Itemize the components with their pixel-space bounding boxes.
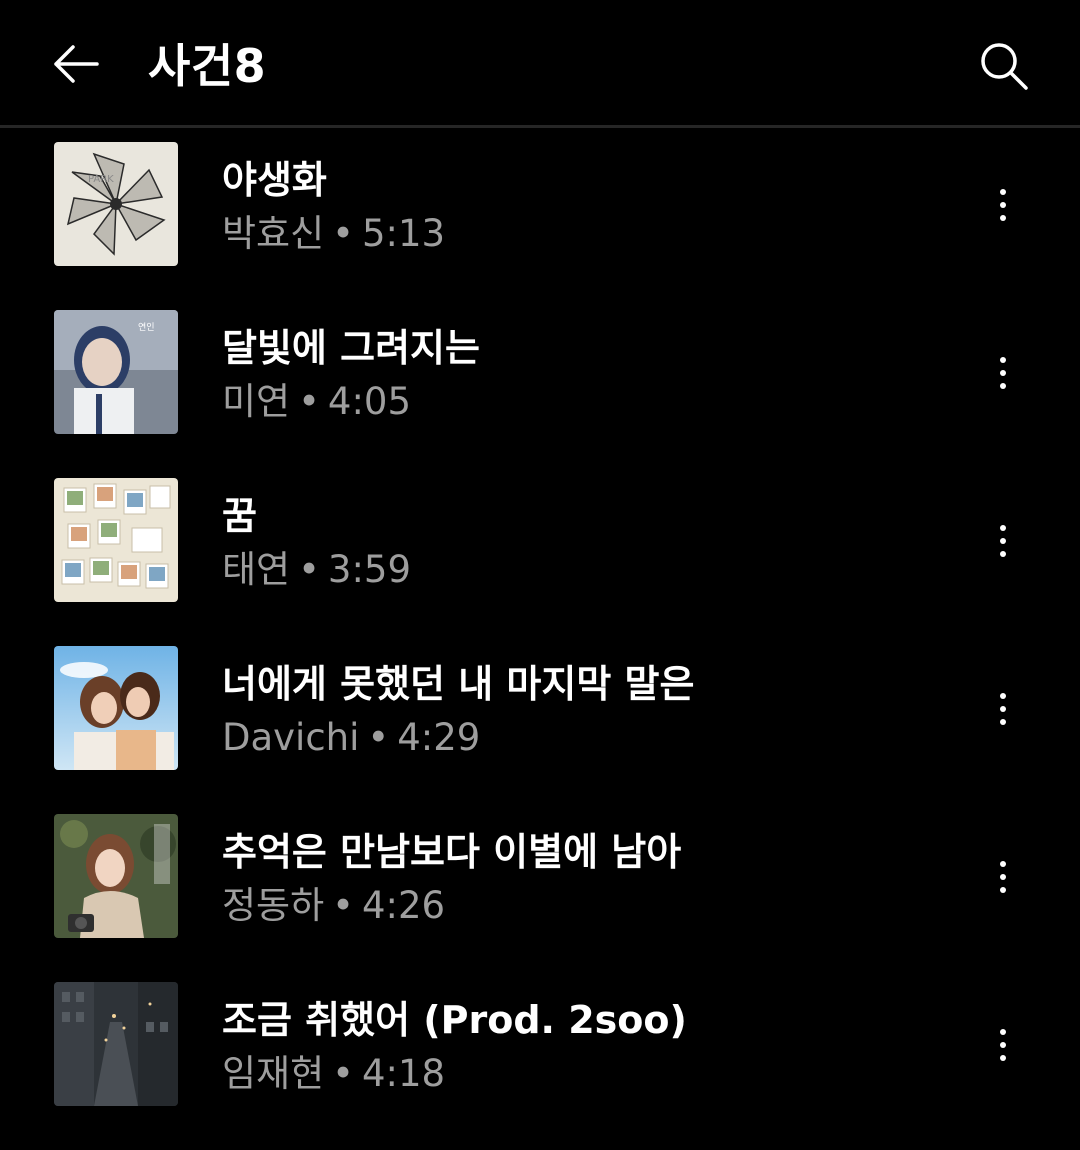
album-art: 연인	[54, 310, 178, 434]
song-row[interactable]: 너에게 못했던 내 마지막 말은 Davichi • 4:29	[0, 646, 1080, 814]
duration: 3:59	[327, 548, 412, 591]
svg-text:연인: 연인	[138, 322, 155, 333]
separator: •	[298, 548, 320, 591]
duration: 4:29	[397, 716, 481, 759]
more-vert-icon	[1000, 1029, 1006, 1035]
album-art	[54, 814, 178, 938]
more-vert-dot	[1000, 551, 1006, 557]
song-title: 조금 취했어 (Prod. 2soo)	[222, 998, 687, 1042]
song-row[interactable]: 조금 취했어 (Prod. 2soo) 임재현 • 4:18	[0, 982, 1080, 1150]
search-button[interactable]	[968, 30, 1040, 102]
separator: •	[332, 884, 354, 927]
more-vert-icon	[1000, 525, 1006, 531]
more-vert-dot	[1000, 370, 1006, 376]
more-options-button[interactable]	[978, 684, 1028, 734]
more-vert-icon	[1000, 693, 1006, 699]
song-meta: 미연 • 4:05	[222, 378, 411, 426]
separator: •	[298, 380, 320, 423]
artist-name: 임재현	[222, 1052, 325, 1095]
album-art	[54, 646, 178, 770]
duration: 5:13	[361, 212, 446, 255]
more-options-button[interactable]	[978, 1020, 1028, 1070]
duration: 4:05	[327, 380, 412, 423]
more-options-button[interactable]	[978, 180, 1028, 230]
search-icon	[981, 43, 1028, 90]
song-meta: Davichi • 4:29	[222, 714, 480, 762]
artist-name: 미연	[222, 380, 291, 423]
artist-name: Davichi	[222, 716, 360, 759]
more-vert-icon	[1000, 861, 1006, 867]
more-vert-dot	[1000, 1055, 1006, 1061]
song-title: 야생화	[222, 158, 327, 202]
more-options-button[interactable]	[978, 348, 1028, 398]
song-list: PARK 야생화 박효신 • 5:13 연인 달빛에 그려지는 미연 • 4:05	[0, 142, 1080, 1150]
artist-name: 정동하	[222, 884, 325, 927]
arrow-left-icon	[54, 45, 99, 83]
song-row[interactable]: 추억은 만남보다 이별에 남아 정동하 • 4:26	[0, 814, 1080, 982]
song-title: 너에게 못했던 내 마지막 말은	[222, 662, 695, 706]
more-vert-dot	[1000, 874, 1006, 880]
artist-name: 태연	[222, 548, 291, 591]
song-meta: 태연 • 3:59	[222, 546, 411, 594]
song-meta: 박효신 • 5:13	[222, 210, 445, 258]
more-options-button[interactable]	[978, 852, 1028, 902]
song-title: 추억은 만남보다 이별에 남아	[222, 830, 682, 874]
separator: •	[332, 1052, 354, 1095]
separator: •	[367, 716, 390, 759]
more-vert-dot	[1000, 538, 1006, 544]
song-row[interactable]: 연인 달빛에 그려지는 미연 • 4:05	[0, 310, 1080, 478]
more-vert-dot	[1000, 202, 1006, 208]
more-vert-dot	[1000, 719, 1006, 725]
more-vert-dot	[1000, 706, 1006, 712]
album-art	[54, 478, 178, 602]
more-vert-icon	[1000, 189, 1006, 195]
song-meta: 정동하 • 4:26	[222, 882, 445, 930]
song-meta: 임재현 • 4:18	[222, 1050, 445, 1098]
page-title: 사건8	[148, 39, 267, 93]
more-vert-icon	[1000, 357, 1006, 363]
more-vert-dot	[1000, 383, 1006, 389]
app-bar: 사건8	[0, 0, 1080, 128]
song-title: 꿈	[222, 494, 257, 538]
more-options-button[interactable]	[978, 516, 1028, 566]
song-title: 달빛에 그려지는	[222, 326, 480, 370]
duration: 4:18	[361, 1052, 446, 1095]
separator: •	[332, 212, 354, 255]
album-art	[54, 982, 178, 1106]
song-row[interactable]: 꿈 태연 • 3:59	[0, 478, 1080, 646]
more-vert-dot	[1000, 887, 1006, 893]
artist-name: 박효신	[222, 212, 325, 255]
song-row[interactable]: PARK 야생화 박효신 • 5:13	[0, 142, 1080, 310]
album-art: PARK	[54, 142, 178, 266]
back-button[interactable]	[40, 28, 112, 100]
svg-text:PARK: PARK	[88, 174, 114, 185]
more-vert-dot	[1000, 215, 1006, 221]
duration: 4:26	[361, 884, 446, 927]
more-vert-dot	[1000, 1042, 1006, 1048]
